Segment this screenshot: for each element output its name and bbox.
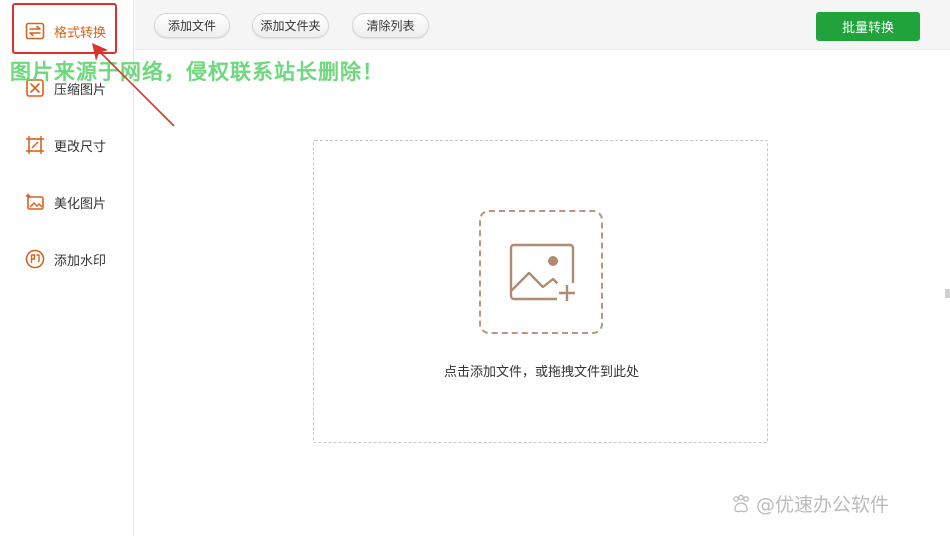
sidebar-item-label: 添加水印 bbox=[54, 253, 107, 269]
sidebar-item-watermark[interactable]: 添加水印 bbox=[14, 242, 124, 276]
sidebar-item-label: 美化图片 bbox=[54, 196, 107, 212]
sidebar-item-resize[interactable]: 更改尺寸 bbox=[14, 128, 124, 162]
beautify-icon bbox=[24, 191, 46, 213]
drop-hint-text: 点击添加文件，或拖拽文件到此处 bbox=[443, 365, 639, 380]
watermark-stamp-icon bbox=[24, 248, 46, 270]
app-window: 格式转换 压缩图片 更改尺寸 美化图片 添加水印 添加文件 添加文件夹 清除列表… bbox=[0, 0, 950, 536]
resize-icon bbox=[24, 134, 46, 156]
file-drop-zone[interactable]: 点击添加文件，或拖拽文件到此处 bbox=[313, 140, 768, 443]
sidebar-item-beautify[interactable]: 美化图片 bbox=[14, 185, 124, 219]
brand-watermark: @优速办公软件 bbox=[730, 490, 889, 517]
highlight-box bbox=[12, 3, 117, 54]
batch-convert-button[interactable]: 批量转换 bbox=[816, 12, 920, 41]
copyright-notice: 图片来源于网络，侵权联系站长删除！ bbox=[10, 60, 384, 84]
paw-icon bbox=[733, 494, 749, 512]
brand-text: @优速办公软件 bbox=[756, 494, 890, 516]
scrollbar[interactable] bbox=[945, 289, 950, 298]
add-folder-button[interactable]: 添加文件夹 bbox=[252, 13, 329, 38]
clear-list-button[interactable]: 清除列表 bbox=[352, 13, 429, 38]
sidebar-item-label: 更改尺寸 bbox=[54, 139, 107, 155]
add-file-button[interactable]: 添加文件 bbox=[154, 13, 230, 38]
add-image-icon[interactable] bbox=[479, 210, 603, 334]
top-toolbar: 添加文件 添加文件夹 清除列表 批量转换 bbox=[135, 0, 950, 50]
